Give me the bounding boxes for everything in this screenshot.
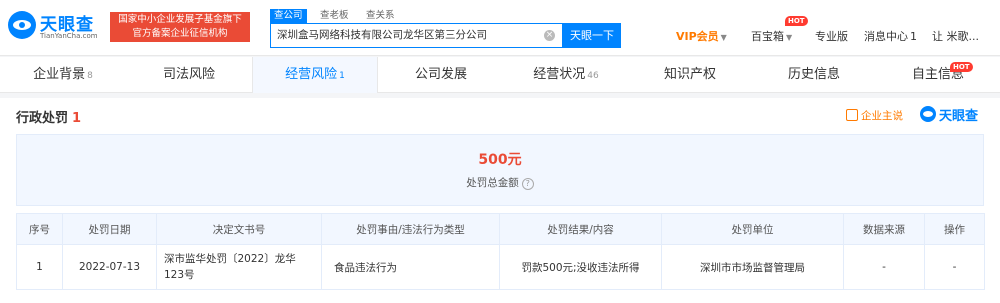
cell-result: 罚款500元;没收违法所得	[499, 244, 662, 290]
clear-icon[interactable]: ×	[544, 30, 555, 41]
logo-domain: TianYanCha.com	[40, 32, 98, 40]
column-header: 处罚结果/内容	[499, 213, 662, 245]
pro-link[interactable]: 专业版	[815, 28, 848, 44]
tab-count: 46	[587, 71, 599, 81]
brand-watermark-text: 天眼查	[939, 109, 979, 124]
total-amount: 500元	[478, 152, 522, 168]
cell-doc-number[interactable]: 深市监华处罚〔2022〕龙华123号	[156, 244, 322, 290]
hot-badge: HOT	[785, 16, 808, 26]
slogan-banner: 国家中小企业发展子基金旗下 官方备案企业征信机构	[110, 12, 250, 42]
section-title: 行政处罚 1	[16, 107, 81, 126]
owner-statement-link[interactable]: 企业主说	[846, 108, 903, 123]
total-amount-label: 处罚总金额?	[17, 175, 983, 190]
cell-action: -	[924, 244, 985, 290]
column-header: 处罚事由/违法行为类型	[321, 213, 500, 245]
slogan-line-1: 国家中小企业发展子基金旗下	[118, 14, 242, 25]
tab-company-development[interactable]: 公司发展	[378, 57, 504, 93]
column-header: 序号	[16, 213, 63, 245]
search-tab-company[interactable]: 查公司	[270, 9, 307, 23]
column-header: 处罚日期	[62, 213, 157, 245]
logo[interactable]: 天眼查 TianYanCha.com	[8, 10, 108, 44]
column-header: 处罚单位	[661, 213, 844, 245]
vip-link[interactable]: VIP会员 ▼	[676, 28, 727, 44]
penalty-summary: 500元 处罚总金额?	[16, 134, 984, 206]
tab-company-background[interactable]: 企业背景 8	[0, 57, 126, 93]
tab-legal-risk[interactable]: 司法风险	[126, 57, 252, 93]
tab-label: 经营状况	[533, 67, 586, 82]
total-amount-caption: 处罚总金额	[466, 177, 519, 189]
chevron-down-icon: ▼	[720, 33, 727, 42]
tab-operating-risk[interactable]: 经营风险 1	[252, 57, 378, 93]
eye-logo-icon	[8, 11, 36, 39]
tab-count: 8	[87, 71, 93, 81]
cell-index: 1	[16, 244, 63, 290]
column-header: 决定文书号	[156, 213, 322, 245]
tab-self-info[interactable]: 自主信息	[876, 57, 1000, 93]
top-header: 天眼查 TianYanCha.com 国家中小企业发展子基金旗下 官方备案企业征…	[0, 0, 1000, 56]
column-header: 数据来源	[843, 213, 925, 245]
tab-label: 知识产权	[663, 67, 716, 82]
tab-label: 企业背景	[33, 67, 86, 82]
chevron-down-icon: ▼	[786, 33, 793, 42]
help-icon[interactable]: ?	[521, 178, 534, 190]
search-input[interactable]	[277, 24, 527, 47]
slogan-line-2: 官方备案企业征信机构	[132, 28, 228, 39]
cell-reason: 食品违法行为	[321, 244, 500, 290]
cell-date: 2022-07-13	[62, 244, 157, 290]
hot-badge: HOT	[950, 62, 973, 72]
owner-statement-label: 企业主说	[861, 110, 903, 122]
tab-label: 公司发展	[414, 67, 467, 82]
admin-penalty-section: 行政处罚1 企业主说 天眼查 500元 处罚总金额? 序号 处罚日期 决定文书	[0, 98, 1000, 303]
search-box: ×	[270, 23, 563, 48]
search-tab-boss[interactable]: 查老板	[320, 9, 349, 23]
table-row: 1 2022-07-13 深市监华处罚〔2022〕龙华123号 食品违法行为 罚…	[16, 244, 985, 290]
messages-link[interactable]: 消息中心 1	[864, 28, 917, 44]
messages-label: 消息中心	[864, 30, 908, 43]
penalty-table: 序号 处罚日期 决定文书号 处罚事由/违法行为类型 处罚结果/内容 处罚单位 数…	[16, 213, 985, 290]
toolbox-label: 百宝箱	[751, 30, 784, 43]
tab-count: 1	[339, 71, 345, 81]
vip-label: VIP会员	[676, 30, 719, 43]
table-header-row: 序号 处罚日期 决定文书号 处罚事由/违法行为类型 处罚结果/内容 处罚单位 数…	[16, 213, 985, 245]
tab-intellectual-property[interactable]: 知识产权	[628, 57, 752, 93]
tab-label: 司法风险	[162, 67, 215, 82]
company-tab-bar: 企业背景 8 司法风险 经营风险 1 公司发展 经营状况 46 知识产权 历史信息 自…	[0, 57, 1000, 93]
tab-label: 经营风险	[285, 67, 338, 82]
search-tab-relation[interactable]: 查关系	[366, 9, 395, 23]
tab-business-status[interactable]: 经营状况 46	[504, 57, 628, 93]
search-button[interactable]: 天眼一下	[563, 23, 621, 48]
cell-authority: 深圳市市场监督管理局	[661, 244, 844, 290]
user-menu[interactable]: 让 米歌...	[932, 28, 979, 44]
section-title-label: 行政处罚	[16, 111, 69, 126]
tab-history[interactable]: 历史信息	[752, 57, 876, 93]
brand-watermark: 天眼查	[920, 104, 988, 124]
toolbox-link[interactable]: 百宝箱 ▼	[751, 28, 792, 44]
messages-count: 1	[910, 30, 917, 43]
cell-source: -	[843, 244, 925, 290]
section-count: 1	[72, 111, 82, 126]
eye-logo-icon	[920, 106, 936, 122]
column-header: 操作	[924, 213, 985, 245]
tab-label: 历史信息	[787, 67, 840, 82]
megaphone-icon	[846, 109, 858, 121]
